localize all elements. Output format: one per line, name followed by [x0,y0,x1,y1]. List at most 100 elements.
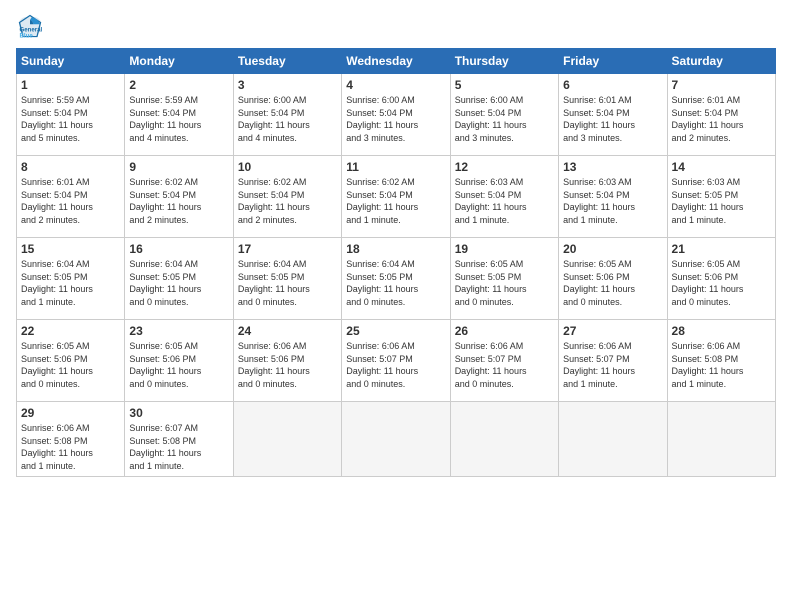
calendar-cell: 25 Sunrise: 6:06 AMSunset: 5:07 PMDayligh… [342,320,450,402]
day-number: 14 [672,160,771,174]
day-number: 11 [346,160,445,174]
day-number: 24 [238,324,337,338]
week-row-3: 15 Sunrise: 6:04 AMSunset: 5:05 PMDayligh… [17,238,776,320]
day-number: 30 [129,406,228,420]
svg-text:Blue: Blue [20,32,34,39]
calendar-cell: 5 Sunrise: 6:00 AMSunset: 5:04 PMDaylight… [450,74,558,156]
day-number: 3 [238,78,337,92]
calendar-cell: 13 Sunrise: 6:03 AMSunset: 5:04 PMDayligh… [559,156,667,238]
day-number: 13 [563,160,662,174]
calendar-cell: 10 Sunrise: 6:02 AMSunset: 5:04 PMDayligh… [233,156,341,238]
calendar-cell: 20Sunrise: 6:05 AMSunset: 5:06 PMDayligh… [559,238,667,320]
calendar-cell: 22 Sunrise: 6:05 AMSunset: 5:06 PMDayligh… [17,320,125,402]
day-number: 15 [21,242,120,256]
day-info: Sunrise: 6:06 AMSunset: 5:07 PMDaylight:… [563,340,662,390]
day-info: Sunrise: 6:01 AMSunset: 5:04 PMDaylight:… [672,94,771,144]
calendar-cell: 24 Sunrise: 6:06 AMSunset: 5:06 PMDayligh… [233,320,341,402]
week-row-2: 8 Sunrise: 6:01 AMSunset: 5:04 PMDaylight… [17,156,776,238]
day-info: Sunrise: 6:02 AMSunset: 5:04 PMDaylight:… [129,176,228,226]
calendar-cell: 21 Sunrise: 6:05 AMSunset: 5:06 PMDayligh… [667,238,775,320]
day-number: 29 [21,406,120,420]
day-number: 7 [672,78,771,92]
day-number: 23 [129,324,228,338]
calendar-cell: 16Sunrise: 6:04 AMSunset: 5:05 PMDayligh… [125,238,233,320]
day-number: 22 [21,324,120,338]
calendar-cell: 15Sunrise: 6:04 AMSunset: 5:05 PMDayligh… [17,238,125,320]
day-info: Sunrise: 6:07 AMSunset: 5:08 PMDaylight:… [129,422,228,472]
day-number: 19 [455,242,554,256]
day-number: 26 [455,324,554,338]
day-info: Sunrise: 6:01 AMSunset: 5:04 PMDaylight:… [21,176,120,226]
day-number: 17 [238,242,337,256]
day-info: Sunrise: 5:59 AMSunset: 5:04 PMDaylight:… [21,94,120,144]
weekday-header-thursday: Thursday [450,49,558,74]
calendar-cell: 7 Sunrise: 6:01 AMSunset: 5:04 PMDaylight… [667,74,775,156]
calendar-cell [667,402,775,477]
day-info: Sunrise: 6:04 AMSunset: 5:05 PMDaylight:… [238,258,337,308]
calendar-cell: 29 Sunrise: 6:06 AMSunset: 5:08 PMDayligh… [17,402,125,477]
calendar-cell: 8 Sunrise: 6:01 AMSunset: 5:04 PMDaylight… [17,156,125,238]
day-info: Sunrise: 6:01 AMSunset: 5:04 PMDaylight:… [563,94,662,144]
day-info: Sunrise: 6:03 AMSunset: 5:04 PMDaylight:… [563,176,662,226]
calendar-table: SundayMondayTuesdayWednesdayThursdayFrid… [16,48,776,477]
day-number: 27 [563,324,662,338]
day-number: 4 [346,78,445,92]
day-number: 1 [21,78,120,92]
calendar-cell: 23 Sunrise: 6:05 AMSunset: 5:06 PMDayligh… [125,320,233,402]
header: General Blue [16,12,776,40]
weekday-header-sunday: Sunday [17,49,125,74]
weekday-header-friday: Friday [559,49,667,74]
day-info: Sunrise: 6:00 AMSunset: 5:04 PMDaylight:… [346,94,445,144]
week-row-5: 29 Sunrise: 6:06 AMSunset: 5:08 PMDayligh… [17,402,776,477]
day-number: 5 [455,78,554,92]
day-info: Sunrise: 6:05 AMSunset: 5:05 PMDaylight:… [455,258,554,308]
calendar-cell: 30 Sunrise: 6:07 AMSunset: 5:08 PMDayligh… [125,402,233,477]
day-number: 25 [346,324,445,338]
logo: General Blue [16,12,48,40]
week-row-1: 1 Sunrise: 5:59 AMSunset: 5:04 PMDaylight… [17,74,776,156]
day-number: 12 [455,160,554,174]
day-number: 9 [129,160,228,174]
day-number: 18 [346,242,445,256]
calendar-cell: 1 Sunrise: 5:59 AMSunset: 5:04 PMDaylight… [17,74,125,156]
calendar-cell: 3Sunrise: 6:00 AMSunset: 5:04 PMDaylight… [233,74,341,156]
day-info: Sunrise: 6:06 AMSunset: 5:08 PMDaylight:… [672,340,771,390]
day-info: Sunrise: 5:59 AMSunset: 5:04 PMDaylight:… [129,94,228,144]
logo-icon: General Blue [16,12,44,40]
calendar-cell: 2 Sunrise: 5:59 AMSunset: 5:04 PMDaylight… [125,74,233,156]
calendar-cell [233,402,341,477]
day-info: Sunrise: 6:05 AMSunset: 5:06 PMDaylight:… [21,340,120,390]
day-info: Sunrise: 6:06 AMSunset: 5:06 PMDaylight:… [238,340,337,390]
day-info: Sunrise: 6:05 AMSunset: 5:06 PMDaylight:… [563,258,662,308]
day-info: Sunrise: 6:04 AMSunset: 5:05 PMDaylight:… [346,258,445,308]
day-info: Sunrise: 6:00 AMSunset: 5:04 PMDaylight:… [455,94,554,144]
day-info: Sunrise: 6:06 AMSunset: 5:07 PMDaylight:… [455,340,554,390]
weekday-header-monday: Monday [125,49,233,74]
day-number: 8 [21,160,120,174]
page: General Blue SundayMondayTuesdayWednesda… [0,0,792,612]
calendar-cell: 19 Sunrise: 6:05 AMSunset: 5:05 PMDayligh… [450,238,558,320]
weekday-header-tuesday: Tuesday [233,49,341,74]
calendar-cell: 9 Sunrise: 6:02 AMSunset: 5:04 PMDaylight… [125,156,233,238]
calendar-cell [559,402,667,477]
day-number: 21 [672,242,771,256]
day-info: Sunrise: 6:05 AMSunset: 5:06 PMDaylight:… [672,258,771,308]
day-number: 2 [129,78,228,92]
day-number: 6 [563,78,662,92]
day-info: Sunrise: 6:05 AMSunset: 5:06 PMDaylight:… [129,340,228,390]
calendar-cell: 12 Sunrise: 6:03 AMSunset: 5:04 PMDayligh… [450,156,558,238]
calendar-cell: 14 Sunrise: 6:03 AMSunset: 5:05 PMDayligh… [667,156,775,238]
calendar-cell [342,402,450,477]
calendar-cell: 27 Sunrise: 6:06 AMSunset: 5:07 PMDayligh… [559,320,667,402]
day-info: Sunrise: 6:02 AMSunset: 5:04 PMDaylight:… [346,176,445,226]
day-number: 28 [672,324,771,338]
day-info: Sunrise: 6:03 AMSunset: 5:05 PMDaylight:… [672,176,771,226]
week-row-4: 22 Sunrise: 6:05 AMSunset: 5:06 PMDayligh… [17,320,776,402]
day-info: Sunrise: 6:06 AMSunset: 5:07 PMDaylight:… [346,340,445,390]
day-number: 10 [238,160,337,174]
day-info: Sunrise: 6:03 AMSunset: 5:04 PMDaylight:… [455,176,554,226]
day-info: Sunrise: 6:04 AMSunset: 5:05 PMDaylight:… [129,258,228,308]
calendar-cell: 18 Sunrise: 6:04 AMSunset: 5:05 PMDayligh… [342,238,450,320]
day-info: Sunrise: 6:02 AMSunset: 5:04 PMDaylight:… [238,176,337,226]
day-info: Sunrise: 6:06 AMSunset: 5:08 PMDaylight:… [21,422,120,472]
